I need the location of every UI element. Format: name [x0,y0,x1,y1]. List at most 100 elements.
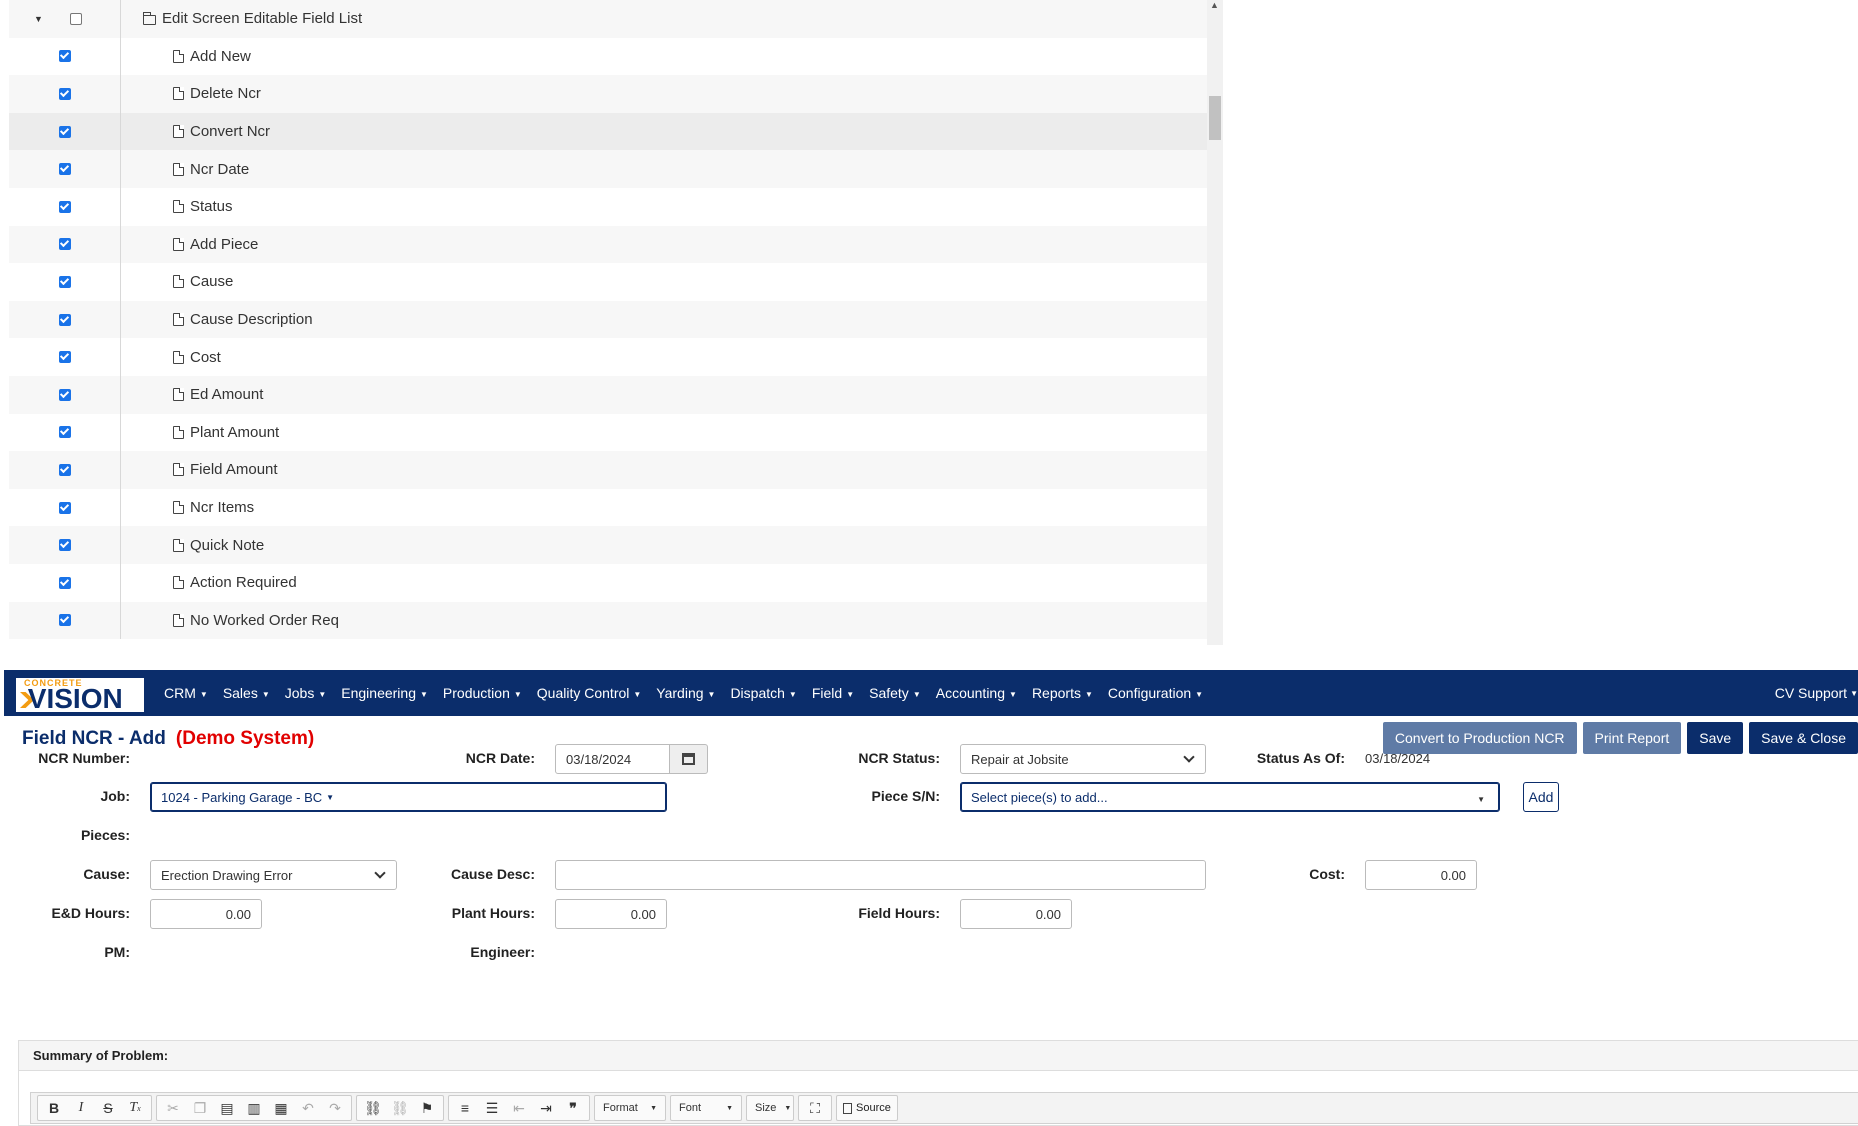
nav-item-accounting[interactable]: Accounting ▼ [936,685,1017,701]
nav-item-field[interactable]: Field ▼ [812,685,854,701]
cause-desc-input[interactable] [555,860,1206,890]
expand-caret-icon[interactable]: ▼ [34,14,43,24]
row-checkbox[interactable] [58,50,71,63]
nav-item-production[interactable]: Production ▼ [443,685,522,701]
size-dropdown[interactable]: Size ▼ [746,1095,794,1121]
ncr-date-input[interactable]: 03/18/2024 [555,744,670,774]
indent-icon[interactable]: ⇥ [533,1097,559,1119]
row-checkbox[interactable] [58,163,71,176]
tree-item-label: Plant Amount [190,423,280,441]
tree-row[interactable]: Convert Ncr [9,112,1207,151]
row-checkbox[interactable] [58,426,71,439]
tree-parent-row[interactable]: ▼ Edit Screen Editable Field List [9,0,1207,38]
nav-item-configuration[interactable]: Configuration ▼ [1108,685,1203,701]
font-dropdown[interactable]: Font ▼ [670,1095,742,1121]
row-checkbox[interactable] [58,539,71,552]
job-label: Job: [100,788,130,804]
paste-icon[interactable]: ▤ [214,1097,240,1119]
convert-to-production-ncr-button[interactable]: Convert to Production NCR [1382,722,1577,754]
bulleted-list-icon[interactable]: ☰ [479,1097,505,1119]
dropdown-caret-icon: ▼ [199,689,208,699]
dropdown-caret-icon: ▼ [513,689,522,699]
nav-item-quality-control[interactable]: Quality Control ▼ [537,685,642,701]
strikethrough-icon[interactable]: S [95,1097,121,1119]
cause-select[interactable]: Erection Drawing Error [150,860,397,890]
scroll-up-arrow-icon[interactable]: ▲ [1210,0,1219,10]
maximize-icon[interactable]: ⛶ [802,1097,828,1119]
remove-format-icon[interactable]: Tx [122,1097,148,1119]
tree-row[interactable]: Cost [9,338,1207,376]
italic-icon[interactable]: I [68,1097,94,1119]
nav-item-safety[interactable]: Safety ▼ [869,685,921,701]
plant-hours-input[interactable]: 0.00 [555,899,667,929]
ed-hours-input[interactable]: 0.00 [150,899,262,929]
row-checkbox[interactable] [58,576,71,589]
field-hours-input[interactable]: 0.00 [960,899,1072,929]
row-checkbox[interactable] [58,463,71,476]
row-checkbox[interactable] [58,388,71,401]
calendar-button[interactable] [670,744,708,774]
row-checkbox[interactable] [58,200,71,213]
row-checkbox[interactable] [58,125,71,138]
tree-row[interactable]: Status [9,187,1207,226]
row-checkbox[interactable] [58,351,71,364]
cost-input[interactable]: 0.00 [1365,860,1477,890]
redo-icon[interactable]: ↷ [322,1097,348,1119]
row-checkbox[interactable] [58,313,71,326]
nav-item-sales[interactable]: Sales ▼ [223,685,270,701]
row-checkbox[interactable] [58,501,71,514]
nav-user-menu[interactable]: CV Support ▼ [1775,670,1858,716]
nav-item-crm[interactable]: CRM ▼ [164,685,208,701]
tree-row[interactable]: Cause Description [9,300,1207,339]
row-checkbox[interactable] [69,12,82,25]
nav-item-engineering[interactable]: Engineering ▼ [341,685,428,701]
tree-row[interactable]: Add Piece [9,225,1207,264]
source-button[interactable]: Source [836,1095,898,1121]
nav-item-jobs[interactable]: Jobs ▼ [285,685,327,701]
job-select[interactable]: 1024 - Parking Garage - BC ▼ [150,782,667,812]
tree-row[interactable]: Ncr Items [9,488,1207,527]
tree-row[interactable]: Ncr Date [9,150,1207,188]
anchor-flag-icon[interactable]: ⚑ [414,1097,440,1119]
tree-row[interactable]: Field Amount [9,451,1207,489]
tree-row[interactable]: Plant Amount [9,413,1207,452]
nav-item-dispatch[interactable]: Dispatch ▼ [730,685,796,701]
ncr-status-select[interactable]: Repair at Jobsite [960,744,1206,774]
format-dropdown[interactable]: Format ▼ [594,1095,666,1121]
link-icon[interactable]: ⛓ [360,1097,386,1119]
concrete-vision-logo[interactable]: CONCRETE VISION [16,678,144,713]
undo-icon[interactable]: ↶ [295,1097,321,1119]
unlink-icon[interactable]: ⛓ [387,1097,413,1119]
paste-word-icon[interactable]: ▦ [268,1097,294,1119]
scrollbar-thumb[interactable] [1209,96,1221,140]
row-checkbox[interactable] [58,87,71,100]
add-piece-button[interactable]: Add [1523,782,1559,812]
tree-row[interactable]: Add New [9,37,1207,76]
cost-value: 0.00 [1440,867,1466,883]
tree-row[interactable]: Ed Amount [9,375,1207,414]
cut-icon[interactable]: ✂ [160,1097,186,1119]
document-icon [173,613,184,627]
save-button[interactable]: Save [1687,722,1744,754]
copy-icon[interactable]: ❐ [187,1097,213,1119]
tree-row[interactable]: Cause [9,263,1207,301]
outdent-icon[interactable]: ⇤ [506,1097,532,1119]
blockquote-icon[interactable]: ❞ [560,1097,586,1119]
piece-sn-select[interactable]: Select piece(s) to add... ▼ [960,782,1500,812]
tree-row[interactable]: Action Required [9,563,1207,602]
nav-item-yarding[interactable]: Yarding ▼ [656,685,715,701]
row-checkbox[interactable] [58,275,71,288]
print-report-button[interactable]: Print Report [1582,722,1682,754]
paste-text-icon[interactable]: ▥ [241,1097,267,1119]
tree-row[interactable]: Quick Note [9,526,1207,564]
rich-text-toolbar: B I S Tx ✂ ❐ ▤ ▥ ▦ ↶ ↷ ⛓ ⛓ ⚑ ≡ ☰ ⇤ ⇥ ❞ F… [30,1092,1858,1124]
bold-icon[interactable]: B [41,1097,67,1119]
nav-item-reports[interactable]: Reports ▼ [1032,685,1093,701]
tree-row[interactable]: No Worked Order Req [9,601,1207,640]
row-checkbox[interactable] [58,238,71,251]
numbered-list-icon[interactable]: ≡ [452,1097,478,1119]
tree-scrollbar[interactable]: ▲ [1207,0,1223,645]
tree-row[interactable]: Delete Ncr [9,75,1207,113]
save-and-close-button[interactable]: Save & Close [1749,722,1858,754]
row-checkbox[interactable] [58,614,71,627]
